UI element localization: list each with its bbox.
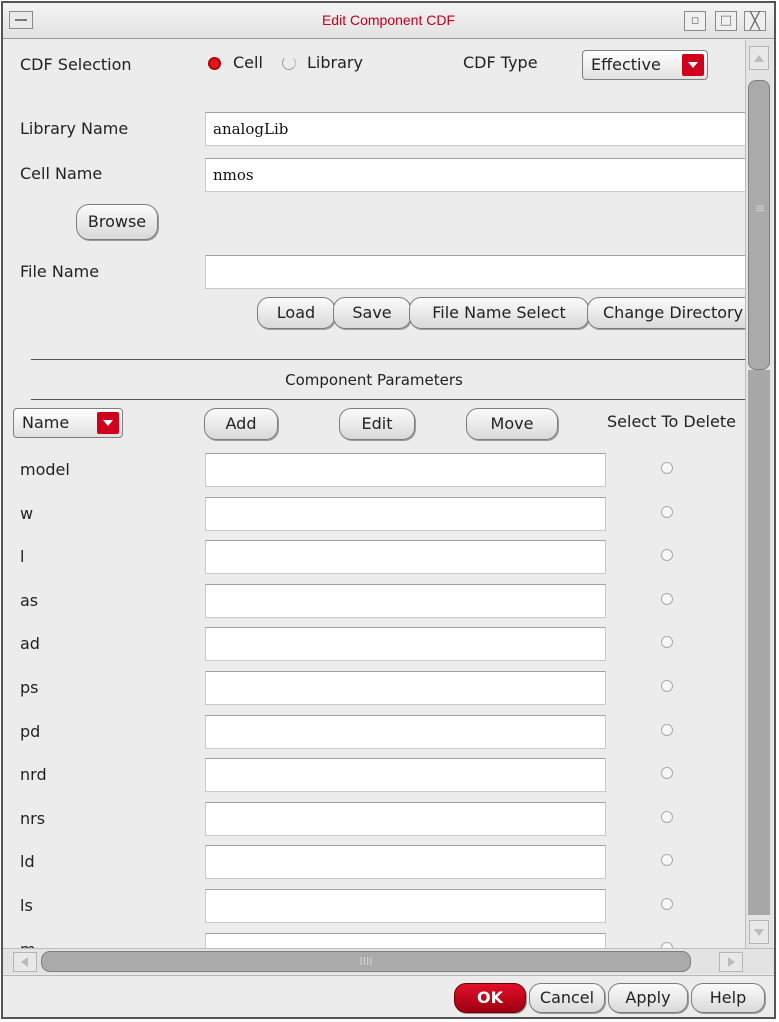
vertical-scroll-thumb[interactable] [748,80,770,370]
cell-name-input[interactable]: nmos [205,158,745,192]
file-name-label: File Name [20,262,100,281]
parameter-name: nrd [20,765,47,784]
sort-by-select[interactable]: Name [13,408,123,438]
select-to-delete-radio-icon[interactable] [661,724,673,736]
close-icon[interactable]: ╳ [744,11,766,31]
cdf-selection-label: CDF Selection [20,55,132,74]
cdf-type-label: CDF Type [463,53,538,72]
save-button[interactable]: Save [333,297,411,329]
parameter-name: ls [20,896,33,915]
load-button[interactable]: Load [257,297,335,329]
parameter-value-input[interactable] [205,933,606,948]
move-button[interactable]: Move [466,408,558,440]
component-parameters-heading: Component Parameters [285,371,463,389]
parameter-value-input[interactable] [205,758,606,792]
select-to-delete-radio-icon[interactable] [661,854,673,866]
parameter-name: ad [20,634,40,653]
cell-radio-selected-icon[interactable] [208,57,221,70]
cdf-type-value: Effective [591,55,661,74]
sort-by-value: Name [22,413,70,432]
parameter-value-input[interactable] [205,627,606,661]
separator-bottom [31,399,745,400]
parameter-value-input[interactable] [205,715,606,749]
maximize-icon[interactable]: □ [715,11,737,31]
parameter-name: l [20,547,25,566]
cdf-type-select[interactable]: Effective [582,50,708,80]
scroll-up-arrow-icon[interactable] [749,46,769,70]
separator-top [31,359,745,360]
form-content: CDF Selection Cell Library CDF Type Effe… [3,40,745,948]
parameter-name: nrs [20,809,46,828]
select-to-delete-radio-icon[interactable] [661,636,673,648]
parameter-name: m [20,940,36,948]
chevron-down-icon [97,412,119,434]
scroll-left-arrow-icon[interactable] [13,952,37,972]
change-directory-button[interactable]: Change Directory [587,297,745,329]
parameter-value-input[interactable] [205,889,606,923]
select-to-delete-radio-icon[interactable] [661,506,673,518]
parameter-name: pd [20,722,41,741]
cell-radio-label[interactable]: Cell [233,53,263,72]
title-bar[interactable]: Edit Component CDF ▫ □ ╳ [3,3,774,39]
parameter-value-input[interactable] [205,584,606,618]
parameter-name: ld [20,852,35,871]
select-to-delete-radio-icon[interactable] [661,811,673,823]
parameter-value-input[interactable] [205,671,606,705]
help-button[interactable]: Help [691,983,765,1013]
select-to-delete-radio-icon[interactable] [661,549,673,561]
dialog-button-bar: OK Cancel Apply Help [3,975,774,1017]
library-radio-icon[interactable] [282,56,296,70]
scroll-right-arrow-icon[interactable] [719,952,743,972]
cell-name-label: Cell Name [20,164,103,183]
select-to-delete-radio-icon[interactable] [661,680,673,692]
edit-component-cdf-window: Edit Component CDF ▫ □ ╳ CDF Selection C… [1,1,776,1019]
horizontal-scroll-thumb[interactable]: IIII [41,951,691,972]
parameter-name: w [20,504,34,523]
select-to-delete-label: Select To Delete [607,412,736,431]
select-to-delete-radio-icon[interactable] [661,593,673,605]
select-to-delete-radio-icon[interactable] [661,767,673,779]
parameter-name: as [20,591,39,610]
apply-button[interactable]: Apply [608,983,688,1013]
vertical-scrollbar[interactable] [745,40,773,948]
chevron-down-icon [682,54,704,76]
window-title: Edit Component CDF [321,12,456,28]
select-to-delete-radio-icon[interactable] [661,898,673,910]
file-name-input[interactable] [205,255,745,289]
browse-button[interactable]: Browse [76,204,158,240]
library-name-input[interactable]: analogLib [205,112,745,146]
parameter-name: model [20,460,70,479]
parameter-value-input[interactable] [205,802,606,836]
edit-button[interactable]: Edit [339,408,415,440]
select-to-delete-radio-icon[interactable] [661,462,673,474]
parameter-value-input[interactable] [205,540,606,574]
vertical-scroll-track[interactable] [748,370,770,915]
library-name-label: Library Name [20,119,129,138]
cancel-button[interactable]: Cancel [529,983,605,1013]
library-radio-label[interactable]: Library [307,53,363,72]
ok-button[interactable]: OK [454,983,526,1013]
file-name-select-button[interactable]: File Name Select [409,297,589,329]
scroll-down-arrow-icon[interactable] [749,920,769,944]
parameter-value-input[interactable] [205,453,606,487]
parameter-value-input[interactable] [205,845,606,879]
parameter-name: ps [20,678,39,697]
add-button[interactable]: Add [204,408,278,440]
minimize-icon[interactable]: ▫ [684,11,706,31]
parameter-value-input[interactable] [205,497,606,531]
horizontal-scrollbar[interactable]: IIII [3,948,774,974]
